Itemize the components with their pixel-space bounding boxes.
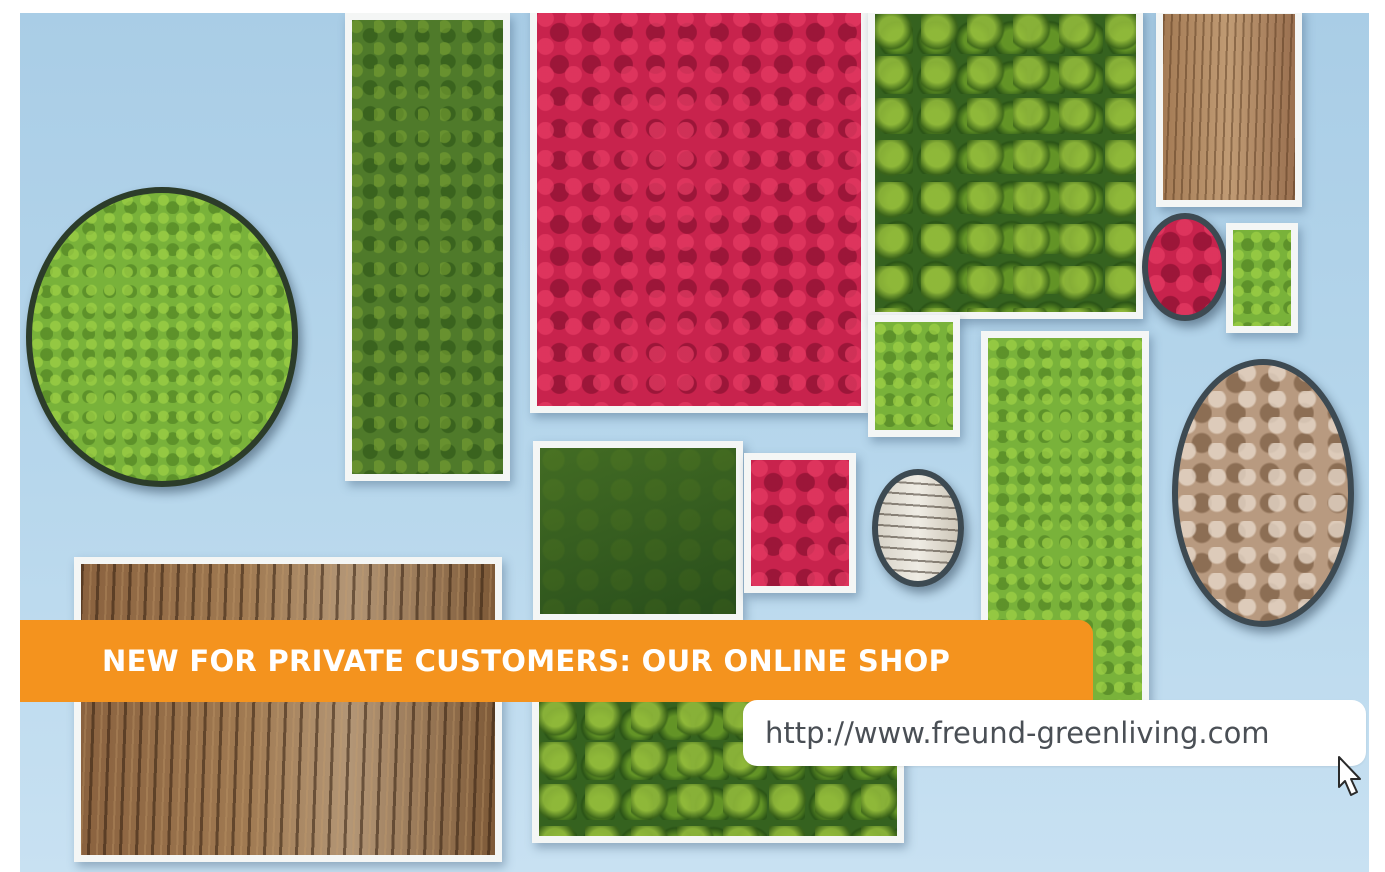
hand-pointer-icon xyxy=(1338,756,1361,796)
promo-headline: NEW FOR PRIVATE CUSTOMERS: OUR ONLINE SH… xyxy=(102,644,951,678)
red-moss-square-small xyxy=(744,453,856,593)
red-moss-circle-small xyxy=(1142,213,1228,321)
lime-moss-square-right xyxy=(1226,223,1298,333)
lime-moss-square-middle xyxy=(868,315,960,437)
stone-circle xyxy=(1172,359,1354,627)
shop-link[interactable]: http://www.freund-greenliving.com xyxy=(743,700,1366,766)
ball-moss-panel xyxy=(868,13,1143,319)
birch-circle xyxy=(872,469,964,587)
dark-moss-panel xyxy=(533,441,743,621)
shop-url-text: http://www.freund-greenliving.com xyxy=(765,716,1270,750)
red-moss-panel-large xyxy=(530,13,868,413)
bark-panel-large xyxy=(74,557,502,862)
bark-panel-top-right xyxy=(1156,13,1302,207)
green-moss-circle xyxy=(26,187,298,487)
promo-banner[interactable]: NEW FOR PRIVATE CUSTOMERS: OUR ONLINE SH… xyxy=(20,620,1093,702)
olive-moss-panel-tall xyxy=(345,13,510,481)
